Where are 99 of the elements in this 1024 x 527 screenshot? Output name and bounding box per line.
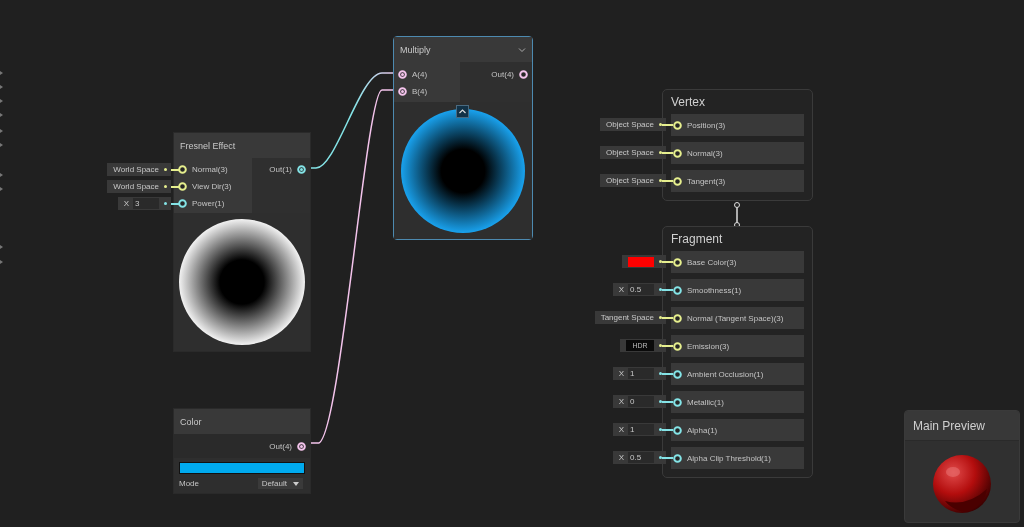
mode-dropdown[interactable]: Default [257,478,303,489]
port-label: Out(4) [269,441,292,451]
block-slot[interactable]: Position(3) [671,114,804,136]
block-slot[interactable]: Smoothness(1) [671,279,804,301]
wire-stub [662,180,673,182]
port-icon[interactable] [673,176,682,186]
axis-label: X [123,199,129,208]
number-field[interactable]: 3 [133,198,159,209]
block-slot[interactable]: Alpha(1) [671,419,804,441]
port-icon[interactable] [673,120,682,130]
block-slot[interactable]: Alpha Clip Threshold(1) [671,447,804,469]
space-dropdown[interactable]: World Space [107,180,171,193]
port-icon[interactable] [178,199,187,208]
number-field[interactable]: 1 [628,368,654,379]
port-dot-icon [659,151,662,154]
port-icon[interactable] [673,257,682,267]
wire-stub [171,203,179,205]
port-dot-icon [659,344,662,347]
space-dropdown[interactable]: Object Space [599,146,666,159]
wire-stub [662,289,673,291]
block-slot[interactable]: Normal(3) [671,142,804,164]
port-dot-icon [659,456,662,459]
axis-label: X [618,397,624,406]
wire-stub [662,401,673,403]
block-title: Fragment [671,232,724,246]
port-icon[interactable] [673,453,682,463]
block-slot[interactable]: Ambient Occlusion(1) [671,363,804,385]
port-dot-icon [659,179,662,182]
wire-stub [662,317,673,319]
port-icon[interactable] [673,425,682,435]
wire-stub [662,261,673,263]
port-icon[interactable] [297,165,306,174]
port-dot-icon [164,202,167,205]
port-icon[interactable] [178,182,187,191]
port-icon[interactable] [178,165,187,174]
wire-stub [662,457,673,459]
port-dot-icon [659,372,662,375]
node-panel[interactable]: Multiply A(4) B(4) Out(4) [393,36,533,240]
port-dot-icon [659,428,662,431]
axis-label: X [618,453,624,462]
axis-label: X [618,285,624,294]
node-panel[interactable]: Color Out(4) Mode Default [173,408,311,494]
number-field[interactable]: 1 [628,424,654,435]
port-icon[interactable] [398,87,407,96]
wire-stub [662,373,673,375]
space-dropdown[interactable]: World Space [107,163,171,176]
block-slot[interactable]: Metallic(1) [671,391,804,413]
port-label: Out(1) [269,165,292,174]
port-dot-icon [164,168,167,171]
space-dropdown[interactable]: Tangent Space [594,311,666,324]
wire-stub [662,429,673,431]
number-field[interactable]: 0.5 [628,452,654,463]
port-label: Out(4) [491,70,514,79]
port-icon[interactable] [673,148,682,158]
port-label: B(4) [412,87,428,96]
port-icon[interactable] [297,441,306,451]
block-slot[interactable]: Normal (Tangent Space)(3) [671,307,804,329]
block-title: Vertex [671,95,707,109]
port-label: View Dir(3) [192,182,232,191]
color-field[interactable] [179,462,305,474]
port-dot-icon [659,400,662,403]
port-label: Power(1) [192,199,225,208]
port-icon[interactable] [673,285,682,295]
block-slot[interactable]: Emission(3) [671,335,804,357]
wire-stub [171,186,179,188]
node-title: Color [180,416,202,427]
port-label: Normal(3) [192,165,228,174]
mode-label: Mode [179,479,199,488]
axis-label: X [618,425,624,434]
wire-stub [662,124,673,126]
axis-label: X [618,369,624,378]
number-field[interactable]: 0.5 [628,284,654,295]
space-dropdown[interactable]: Object Space [599,118,666,131]
node-title: Fresnel Effect [180,140,236,151]
number-field[interactable]: 0 [628,396,654,407]
port-dot-icon [659,288,662,291]
main-preview-panel[interactable]: Main Preview [904,410,1020,523]
node-title: Multiply [400,44,431,55]
port-icon[interactable] [673,341,682,351]
wire-stub [662,345,673,347]
port-dot-icon [164,185,167,188]
wire-stub [662,152,673,154]
port-icon[interactable] [398,70,407,79]
port-icon[interactable] [519,70,528,79]
port-label: A(4) [412,70,428,79]
block-slot[interactable]: Base Color(3) [671,251,804,273]
space-dropdown[interactable]: Object Space [599,174,666,187]
block-slot[interactable]: Tangent(3) [671,170,804,192]
port-dot-icon [659,260,662,263]
panel-title: Main Preview [913,418,986,433]
port-dot-icon [659,123,662,126]
port-icon[interactable] [673,313,682,323]
port-icon[interactable] [673,397,682,407]
port-dot-icon [659,316,662,319]
wire-stub [171,169,179,171]
collapse-button[interactable] [456,105,469,118]
color-field[interactable] [622,255,666,268]
port-icon[interactable] [673,369,682,379]
dropdown-arrow-icon [293,481,299,486]
